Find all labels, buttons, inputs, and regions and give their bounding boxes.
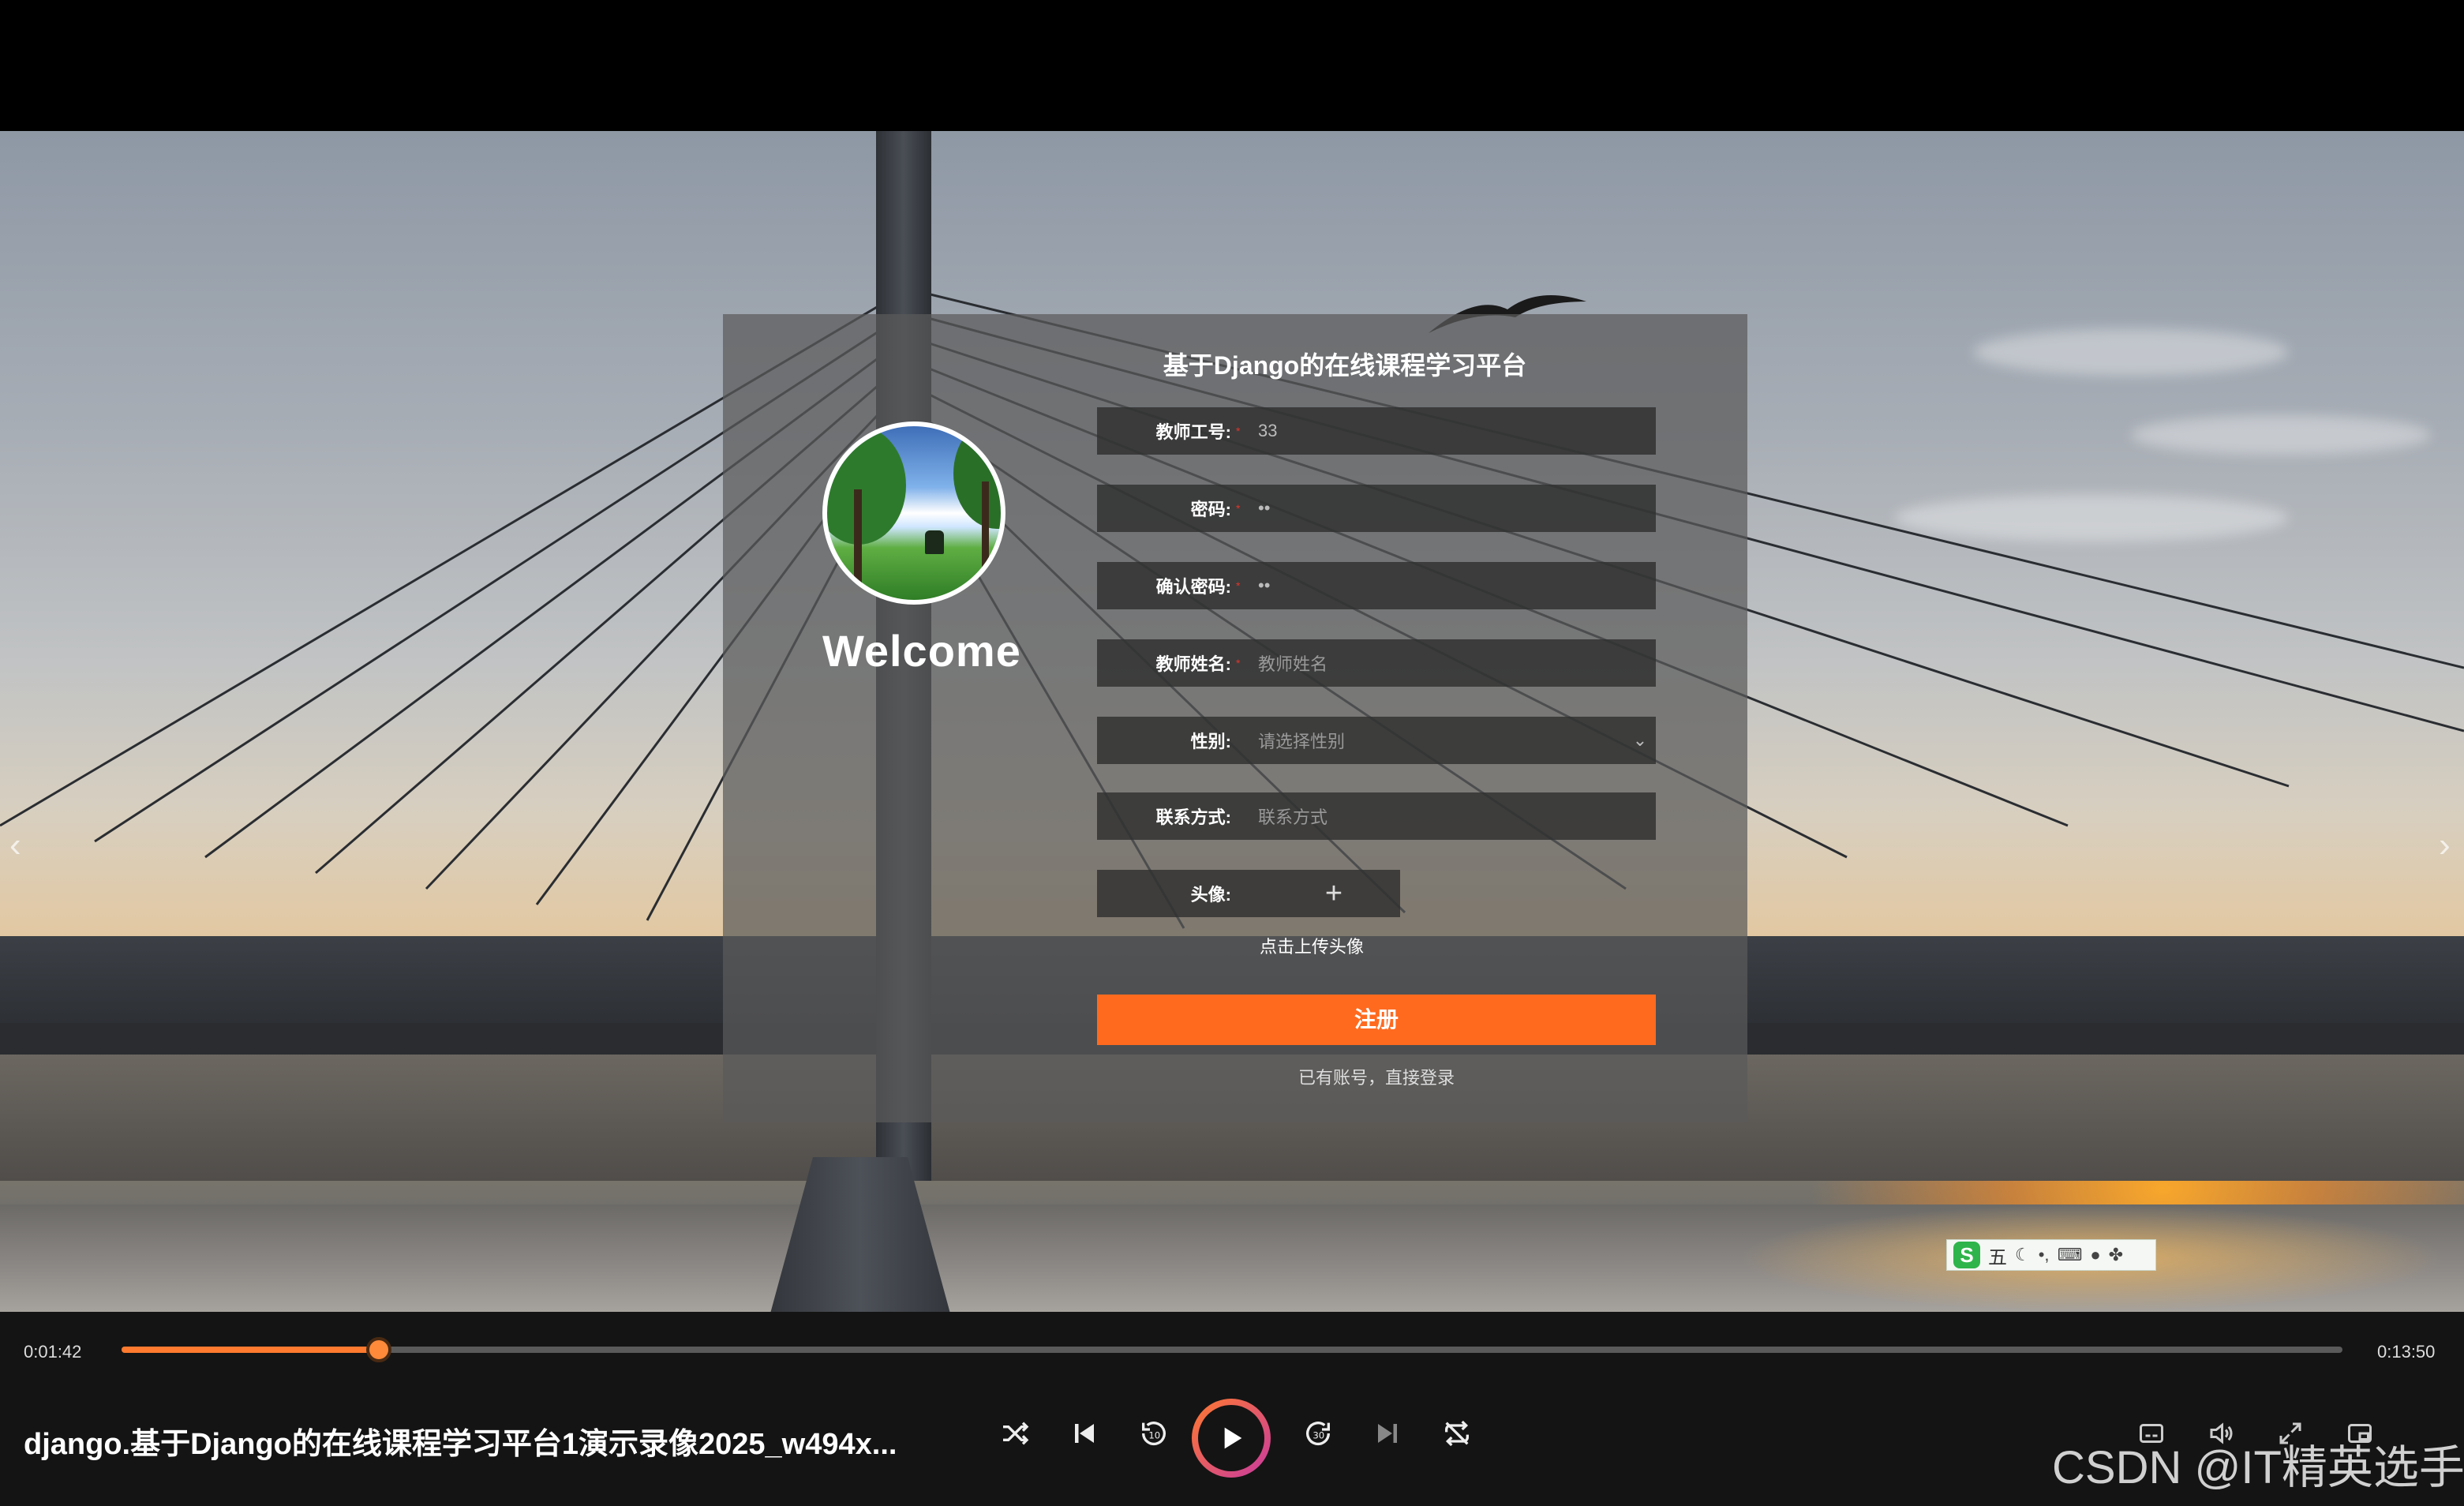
register-button[interactable]: 注册 [1097, 995, 1656, 1045]
confirm-password-input[interactable]: •• [1247, 575, 1656, 596]
forward-30-icon[interactable]: 30 [1293, 1408, 1343, 1459]
chevron-down-icon[interactable]: ⌄ [1624, 730, 1656, 751]
repeat-off-icon[interactable] [1432, 1408, 1482, 1459]
teacher-name-field[interactable]: 教师姓名: * 教师姓名 [1097, 639, 1656, 687]
contact-field[interactable]: 联系方式: 联系方式 [1097, 792, 1656, 840]
required-mark: * [1236, 657, 1241, 669]
password-field[interactable]: 密码: * •• [1097, 485, 1656, 532]
file-title: django.基于Django的在线课程学习平台1演示录像2025_w494x.… [24, 1428, 897, 1461]
teacher-id-input[interactable]: 33 [1247, 421, 1656, 441]
gender-select[interactable]: 性别: 请选择性别 ⌄ [1097, 717, 1656, 764]
grid-icon[interactable]: ✤ [2109, 1245, 2123, 1265]
moon-icon[interactable]: ☾ [2015, 1245, 2031, 1265]
chevron-left-icon[interactable]: ‹ [9, 826, 21, 865]
ime-mode[interactable]: 五 [1988, 1242, 2007, 1269]
watermark: CSDN @IT精英选手 [2052, 1442, 2464, 1493]
required-mark: * [1236, 579, 1241, 592]
chevron-right-icon[interactable]: › [2439, 826, 2451, 865]
teacher-name-input[interactable]: 教师姓名 [1247, 650, 1656, 676]
ime-toolbar[interactable]: S 五 ☾ •, ⌨ ● ✤ [1946, 1239, 2156, 1271]
user-icon[interactable]: ● [2090, 1245, 2100, 1265]
field-label: 性别: [1190, 732, 1231, 751]
seek-bar[interactable] [122, 1337, 2342, 1362]
register-card: 基于Django的在线课程学习平台 Welcome 教师工号: * 33 密码:… [723, 314, 1747, 1122]
rewind-10-icon[interactable]: 10 [1129, 1408, 1179, 1459]
gender-select-value[interactable]: 请选择性别 [1247, 728, 1624, 753]
svg-text:30: 30 [1313, 1430, 1324, 1441]
required-mark: * [1236, 502, 1241, 515]
field-label: 头像: [1190, 885, 1231, 905]
svg-text:10: 10 [1148, 1430, 1160, 1441]
contact-input[interactable]: 联系方式 [1247, 804, 1656, 829]
keyboard-icon[interactable]: ⌨ [2058, 1245, 2083, 1265]
plus-icon[interactable]: + [1318, 878, 1350, 909]
previous-icon[interactable] [1059, 1408, 1110, 1459]
required-mark: * [1236, 425, 1241, 437]
video-letterbox-top [0, 0, 2464, 131]
teacher-id-field[interactable]: 教师工号: * 33 [1097, 407, 1656, 455]
password-input[interactable]: •• [1247, 498, 1656, 519]
field-label: 教师工号: [1155, 422, 1231, 442]
play-icon [1224, 1427, 1242, 1449]
login-link[interactable]: 已有账号，直接登录 [1097, 1064, 1656, 1089]
welcome-text: Welcome [822, 626, 1021, 676]
current-time: 0:01:42 [24, 1342, 82, 1362]
play-button[interactable] [1192, 1399, 1271, 1478]
page-title: 基于Django的在线课程学习平台 [1163, 351, 1527, 380]
seek-bar-fill [122, 1347, 380, 1353]
avatar [822, 421, 1005, 605]
seek-handle[interactable] [366, 1337, 392, 1362]
avatar-upload-field[interactable]: 头像: + [1097, 870, 1400, 917]
shuffle-icon[interactable] [990, 1408, 1040, 1459]
punctuation-icon[interactable]: •, [2039, 1245, 2050, 1265]
confirm-password-field[interactable]: 确认密码: * •• [1097, 562, 1656, 609]
next-icon[interactable] [1362, 1408, 1413, 1459]
upload-hint[interactable]: 点击上传头像 [1260, 933, 1364, 958]
sogou-icon[interactable]: S [1953, 1242, 1980, 1268]
field-label: 确认密码: [1155, 577, 1231, 597]
field-label: 密码: [1190, 500, 1231, 519]
total-time: 0:13:50 [2377, 1342, 2436, 1362]
field-label: 联系方式: [1155, 807, 1231, 827]
field-label: 教师姓名: [1155, 654, 1231, 674]
